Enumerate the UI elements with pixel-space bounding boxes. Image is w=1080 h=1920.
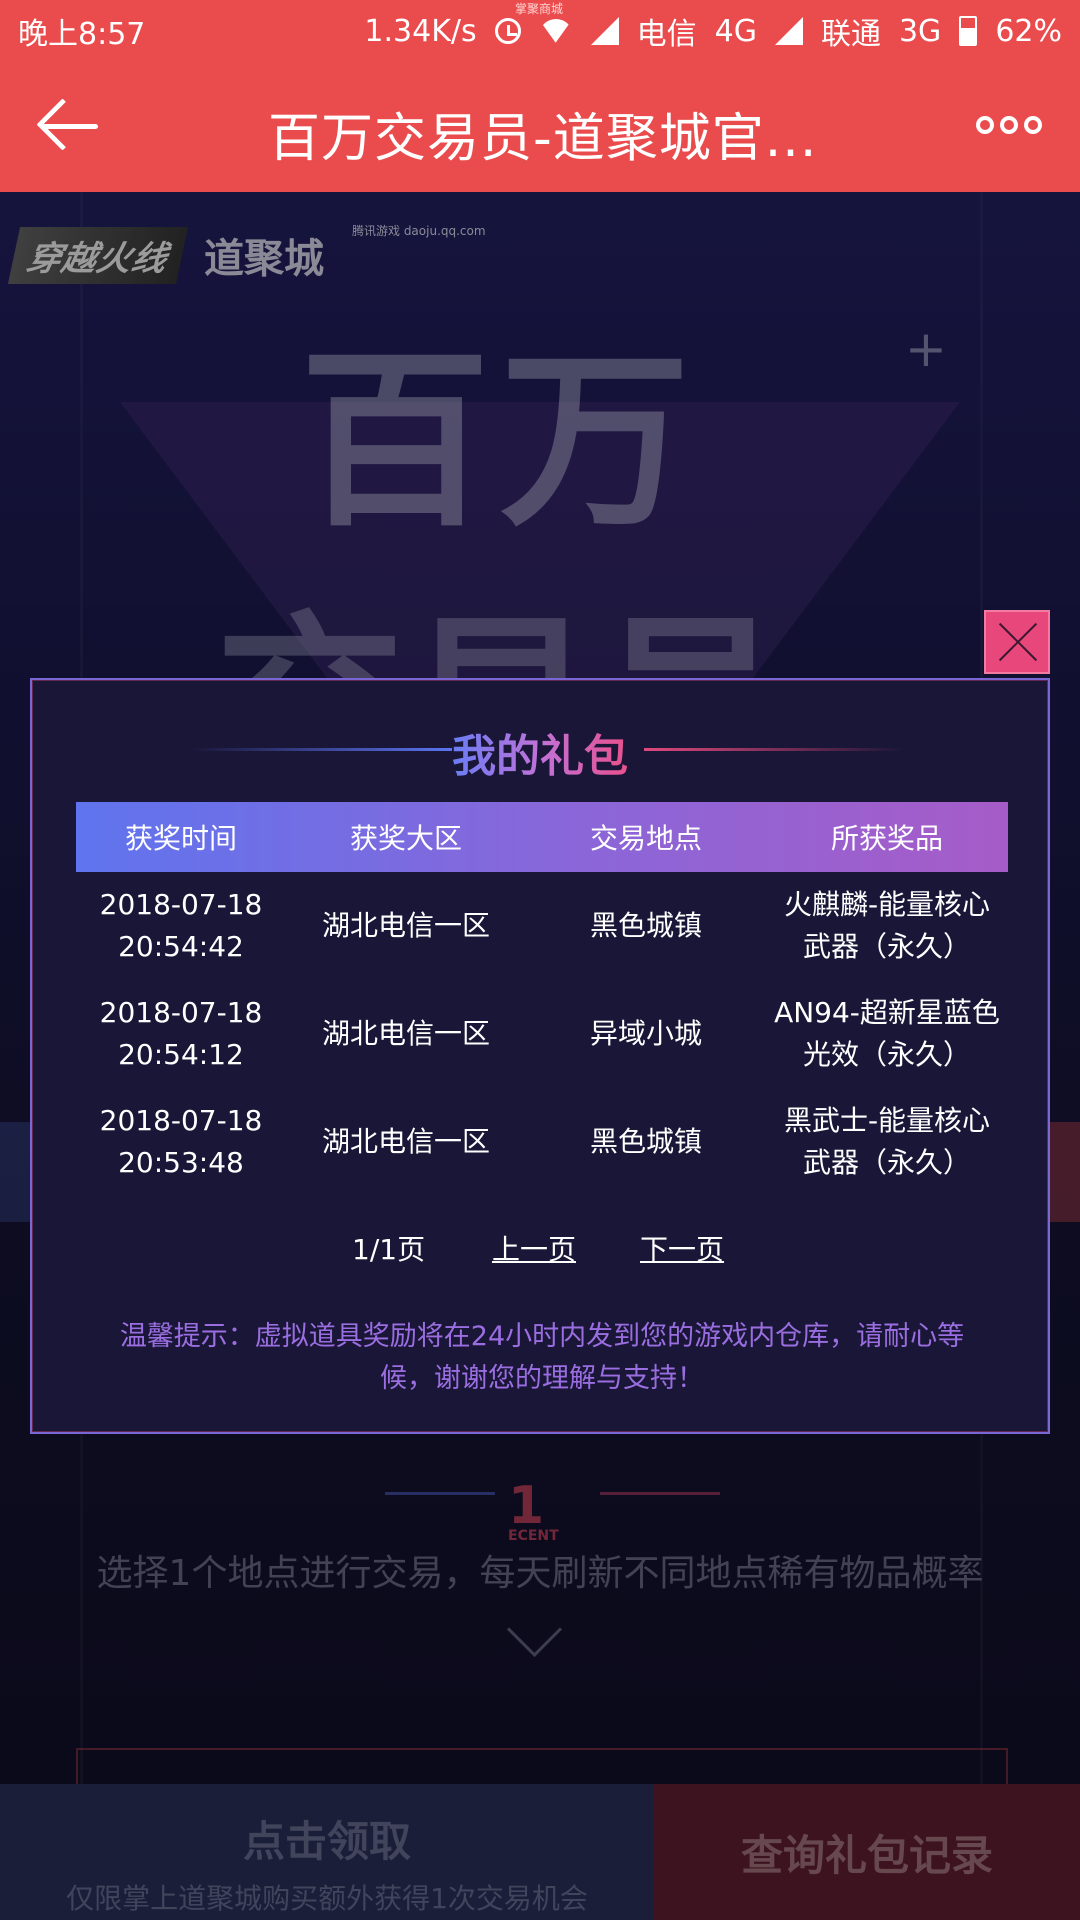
award-date: 2018-07-18: [99, 1104, 263, 1137]
prize: AN94-超新星蓝色 光效（永久）: [766, 992, 1008, 1076]
trade-place: 黑色城镇: [589, 909, 702, 942]
table-header: 获奖时间 获奖大区 交易地点 所获奖品: [76, 802, 1008, 872]
prize: 黑武士-能量核心 武器（永久）: [766, 1100, 1008, 1184]
more-dot-icon: [976, 116, 994, 134]
status-time: 晚上8:57: [18, 17, 146, 52]
page-indicator: 1/1页: [352, 1233, 426, 1266]
table-row: 2018-07-18 20:54:12 湖北电信一区 异域小城 AN94-超新星…: [76, 980, 1008, 1088]
table-row: 2018-07-18 20:53:48 湖北电信一区 黑色城镇 黑武士-能量核心…: [76, 1088, 1008, 1196]
award-date: 2018-07-18: [99, 888, 263, 921]
status-indicators: 1.34K/s 电信 4G 联通 3G 62%: [364, 9, 1062, 53]
app-bar: 百万交易员-道聚城官...: [0, 62, 1080, 192]
award-region: 湖北电信一区: [321, 1017, 490, 1050]
table-row: 2018-07-18 20:54:42 湖北电信一区 黑色城镇 火麒麟-能量核心…: [76, 872, 1008, 980]
page-title: 百万交易员-道聚城官...: [268, 109, 818, 169]
header-trade-place: 交易地点: [589, 822, 702, 855]
prize-name: AN94-超新星蓝色: [774, 996, 1000, 1029]
header-prize: 所获奖品: [830, 822, 943, 855]
pagination: 1/1页 上一页 下一页: [32, 1228, 1048, 1272]
award-date: 2018-07-18: [99, 996, 263, 1029]
signal-icon-2: [774, 17, 803, 45]
award-clock: 20:53:48: [118, 1146, 244, 1179]
award-clock: 20:54:12: [118, 1038, 244, 1071]
wifi-icon: [539, 19, 573, 43]
prize-name: 火麒麟-能量核心: [783, 888, 991, 921]
back-arrow-shaft: [42, 124, 98, 129]
modal-title: 我的礼包: [452, 731, 628, 782]
header-award-time: 获奖时间: [124, 822, 237, 855]
award-time: 2018-07-18 20:54:12: [76, 992, 286, 1076]
status-carrier-1: 电信: [636, 17, 697, 52]
next-page-link[interactable]: 下一页: [640, 1228, 724, 1268]
more-dot-icon: [1000, 116, 1018, 134]
trade-place: 异域小城: [589, 1017, 702, 1050]
status-network-2: 3G: [898, 13, 942, 49]
award-time: 2018-07-18 20:53:48: [76, 1100, 286, 1184]
tip-text: 温馨提示：虚拟道具奖励将在24小时内发到您的游戏内仓库，请耐心等 候，谢谢您的理…: [78, 1316, 1006, 1400]
status-network-1: 4G: [714, 13, 757, 49]
status-battery: 62%: [995, 13, 1062, 49]
battery-icon: [959, 16, 978, 46]
alarm-icon: [494, 18, 521, 44]
back-button[interactable]: [34, 98, 104, 154]
header-award-region: 获奖大区: [349, 822, 462, 855]
status-notification: 掌聚商城: [515, 2, 564, 16]
more-dot-icon: [1024, 116, 1042, 134]
tip-line-1: 温馨提示：虚拟道具奖励将在24小时内发到您的游戏内仓库，请耐心等: [119, 1321, 965, 1352]
tip-line-2: 候，谢谢您的理解与支持！: [380, 1363, 704, 1394]
award-region: 湖北电信一区: [321, 1125, 490, 1158]
status-bar: 晚上8:57 掌聚商城 1.34K/s 电信 4G 联通 3G 62%: [0, 0, 1080, 62]
more-options-button[interactable]: [976, 116, 1042, 134]
prize-type: 光效（永久）: [802, 1038, 971, 1071]
prev-page-link[interactable]: 上一页: [492, 1228, 576, 1268]
status-carrier-2: 联通: [820, 17, 881, 52]
award-time: 2018-07-18 20:54:42: [76, 884, 286, 968]
gift-modal: 我的礼包 获奖时间 获奖大区 交易地点 所获奖品 2018-07-18 20:5…: [30, 678, 1050, 1434]
close-icon[interactable]: [984, 610, 1050, 674]
prize-type: 武器（永久）: [802, 1146, 971, 1179]
modal-title-row: 我的礼包: [32, 720, 1048, 784]
prize-type: 武器（永久）: [802, 930, 971, 963]
status-net-speed: 1.34K/s: [364, 13, 477, 49]
award-clock: 20:54:42: [118, 930, 244, 963]
award-region: 湖北电信一区: [321, 909, 490, 942]
prize: 火麒麟-能量核心 武器（永久）: [766, 884, 1008, 968]
trade-place: 黑色城镇: [589, 1125, 702, 1158]
signal-icon: [590, 17, 619, 45]
prize-name: 黑武士-能量核心: [783, 1104, 991, 1137]
